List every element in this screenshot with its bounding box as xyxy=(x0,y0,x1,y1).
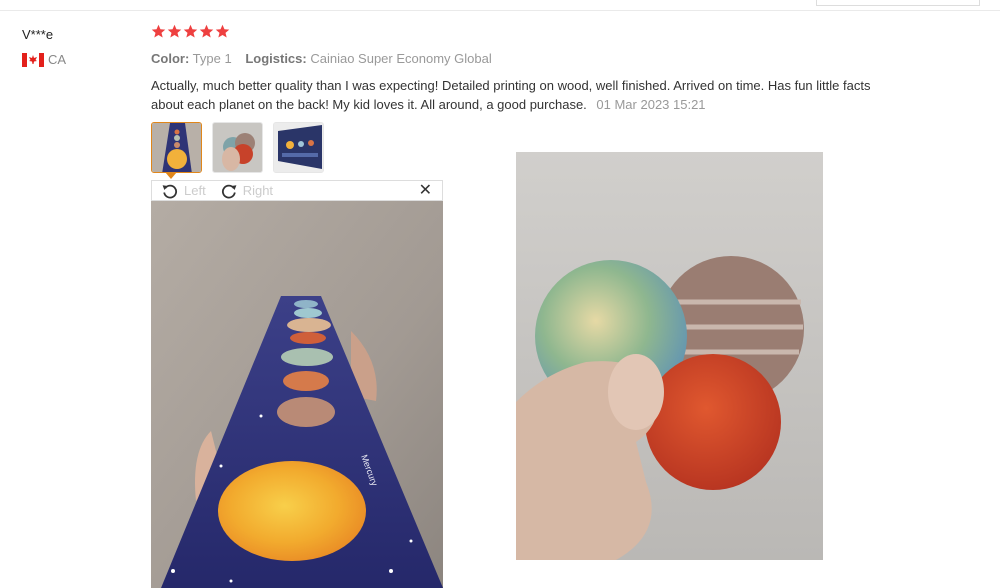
star-icon xyxy=(199,24,214,38)
rotate-left-label: Left xyxy=(184,183,206,198)
country-code: CA xyxy=(48,52,67,67)
rotate-right-button[interactable]: Right xyxy=(221,183,273,199)
star-icon xyxy=(215,24,230,38)
rotate-right-label: Right xyxy=(242,183,274,198)
thumbnail-3[interactable] xyxy=(273,122,324,173)
review-body: Color: Type 1 Logistics: Cainiao Super E… xyxy=(151,24,911,114)
rotate-left-icon xyxy=(162,184,178,198)
color-value: Type 1 xyxy=(192,51,232,66)
review-date: 01 Mar 2023 15:21 xyxy=(596,97,706,112)
star-icon xyxy=(183,24,198,38)
active-thumbnail-caret xyxy=(165,172,177,179)
thumbnail-1[interactable] xyxy=(151,122,202,173)
thumbnail-2[interactable] xyxy=(212,122,263,173)
review-photo-2 xyxy=(516,152,823,560)
review-meta: Color: Type 1 Logistics: Cainiao Super E… xyxy=(151,51,911,66)
star-icon xyxy=(151,24,166,38)
image-viewer: Left Right ✕ Mercury xyxy=(151,180,443,588)
logistics-value: Cainiao Super Economy Global xyxy=(310,51,492,66)
top-input-edge xyxy=(816,0,980,6)
photo-thumbnails xyxy=(151,122,324,173)
viewer-photo: Mercury xyxy=(151,201,443,588)
reviewer-name: V***e xyxy=(22,27,54,42)
review-text-block: Actually, much better quality than I was… xyxy=(151,76,891,114)
star-icon xyxy=(167,24,182,38)
review-text: Actually, much better quality than I was… xyxy=(151,78,871,112)
canada-flag-icon xyxy=(22,52,44,67)
top-divider xyxy=(0,10,1000,11)
rotate-left-button[interactable]: Left xyxy=(162,183,206,199)
reviewer-country: CA xyxy=(22,52,66,67)
logistics-label: Logistics: xyxy=(245,51,307,66)
close-viewer-button[interactable]: ✕ xyxy=(419,183,432,199)
star-rating xyxy=(151,24,911,42)
viewer-toolbar: Left Right ✕ xyxy=(151,180,443,201)
rotate-right-icon xyxy=(221,184,237,198)
color-label: Color: xyxy=(151,51,190,66)
reviewer-info: V***e CA xyxy=(22,27,66,67)
